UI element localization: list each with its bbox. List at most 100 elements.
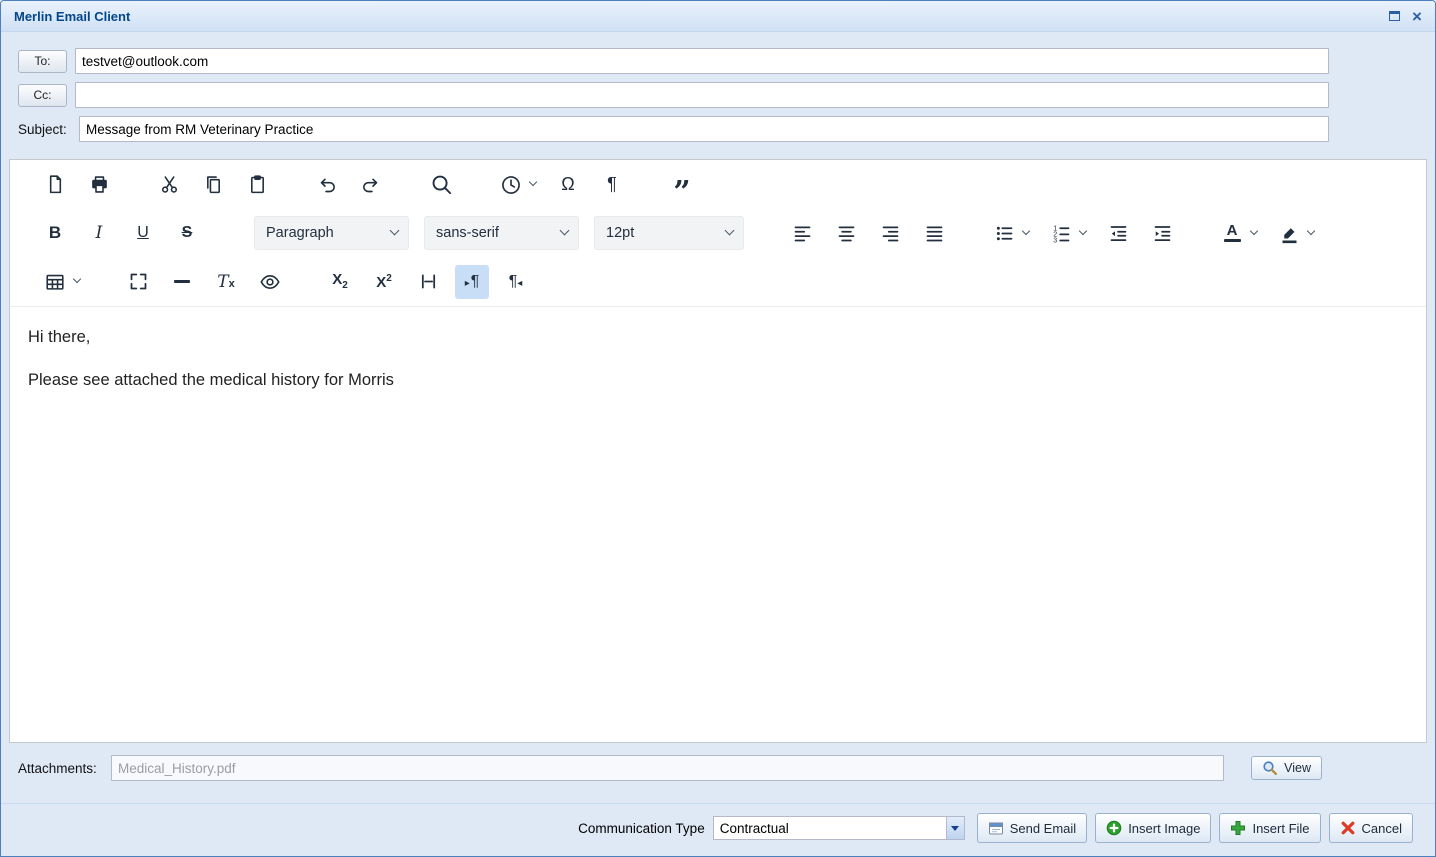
cut-button[interactable] [152,168,186,202]
to-button[interactable]: To: [18,49,67,73]
text-color-split-button[interactable]: A [1215,216,1262,250]
subscript-icon: X2 [332,271,348,291]
font-family-select[interactable]: sans-serif [424,216,579,250]
table-button[interactable] [38,265,72,299]
view-attachment-button[interactable]: View [1251,756,1322,780]
align-justify-button[interactable] [917,216,951,250]
dropdown-arrow-icon [951,825,960,831]
chevron-down-icon [559,225,570,236]
ltr-icon: ▸¶ [464,272,480,290]
preview-button[interactable] [253,265,287,299]
decrease-indent-button[interactable] [1101,216,1135,250]
align-center-icon [838,226,854,241]
new-document-button[interactable] [38,168,72,202]
table-split-button[interactable] [38,265,85,299]
insert-image-button[interactable]: Insert Image [1095,813,1212,843]
search-button[interactable] [424,168,458,202]
copy-button[interactable] [196,168,230,202]
clear-formatting-button[interactable]: Tx [209,265,243,299]
window-title: Merlin Email Client [14,8,131,24]
increase-indent-button[interactable] [1145,216,1179,250]
svg-text:3: 3 [1053,237,1057,243]
editor-paragraph: Please see attached the medical history … [28,371,394,390]
ltr-direction-button[interactable]: ▸¶ [455,264,489,299]
undo-icon [320,177,335,192]
communication-type-label: Communication Type [578,820,705,836]
pilcrow-icon: ¶ [607,174,617,194]
communication-type-select[interactable]: Contractual [712,816,965,840]
underline-button[interactable]: U [126,216,160,250]
underline-icon: U [137,224,149,241]
align-center-button[interactable] [829,216,863,250]
attachments-input [111,755,1225,781]
chevron-down-icon[interactable] [1306,226,1316,235]
background-color-split-button[interactable] [1272,216,1319,250]
blockquote-button[interactable]: ” [665,168,699,207]
horizontal-rule-button[interactable] [165,265,199,299]
titlebar[interactable]: Merlin Email Client × [1,1,1435,32]
chevron-down-icon[interactable] [72,274,82,284]
editor-content[interactable]: Hi there, Please see attached the medica… [10,307,1426,742]
rtl-icon: ¶◂ [508,272,523,290]
chevron-down-icon[interactable] [1021,226,1031,235]
insert-datetime-split-button[interactable] [494,168,541,202]
align-left-button[interactable] [785,216,819,250]
eye-icon [260,274,280,289]
font-family-value: sans-serif [436,225,499,241]
scissors-icon [161,176,177,193]
block-format-select[interactable]: Paragraph [254,216,409,250]
font-size-select[interactable]: 12pt [594,216,744,250]
send-email-button[interactable]: Send Email [976,813,1088,843]
bullet-list-icon [996,226,1012,240]
print-icon [91,176,107,193]
insert-datetime-button[interactable] [494,168,528,202]
numbered-list-button[interactable]: 123 [1044,216,1078,250]
clear-formatting-icon: Tx [217,271,235,292]
combo-trigger-button[interactable] [945,817,964,839]
rtl-direction-button[interactable]: ¶◂ [499,265,533,299]
subject-input[interactable] [79,116,1329,142]
send-email-icon [988,822,1003,834]
restore-button[interactable] [1386,8,1402,24]
redo-button[interactable] [354,168,388,202]
align-right-button[interactable] [873,216,907,250]
attachments-row: Attachments: View [18,755,1322,781]
text-color-button[interactable]: A [1215,216,1249,250]
magnifier-icon [1263,761,1278,775]
print-button[interactable] [82,168,116,202]
cc-button[interactable]: Cc: [18,83,67,107]
special-character-button[interactable]: Ω [551,168,585,202]
horizontal-rule-icon [174,280,190,283]
chevron-down-icon[interactable] [1249,226,1259,235]
strikethrough-button[interactable]: S [170,216,204,250]
numbered-list-split-button[interactable]: 123 [1044,216,1091,250]
italic-button[interactable]: I [82,216,116,250]
align-justify-icon [926,226,942,241]
paste-button[interactable] [240,168,274,202]
bullet-list-button[interactable] [987,216,1021,250]
bullet-list-split-button[interactable] [987,216,1034,250]
redo-icon [363,177,378,192]
insert-file-label: Insert File [1252,820,1310,836]
omega-icon: Ω [561,174,575,194]
show-invisible-characters-button[interactable]: ¶ [595,168,629,202]
cc-input[interactable] [75,82,1329,108]
insert-file-icon [1231,821,1246,835]
insert-file-button[interactable]: Insert File [1219,813,1321,843]
to-input[interactable] [75,48,1329,74]
cancel-button[interactable]: Cancel [1328,813,1413,843]
cancel-x-icon [1341,821,1354,835]
bold-button[interactable]: B [38,216,72,250]
chevron-down-icon[interactable] [1078,226,1088,235]
align-left-icon [794,226,810,241]
chevron-down-icon[interactable] [528,177,538,187]
increase-indent-icon [1154,225,1170,241]
view-button-label: View [1284,761,1311,775]
undo-button[interactable] [310,168,344,202]
fullscreen-button[interactable] [121,265,155,299]
close-button[interactable]: × [1409,8,1425,25]
subscript-button[interactable]: X2 [323,265,357,299]
superscript-button[interactable]: X2 [367,265,401,299]
page-break-button[interactable] [411,265,445,299]
background-color-button[interactable] [1272,216,1306,250]
